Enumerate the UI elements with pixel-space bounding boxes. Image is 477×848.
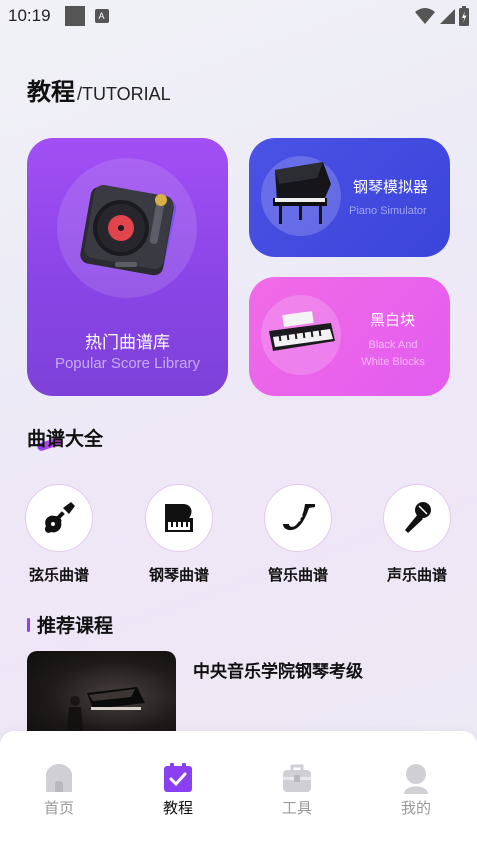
score-category-circle (264, 484, 332, 552)
tab-profile[interactable]: 我的 (386, 761, 446, 818)
scores-section-title-text: 曲谱大全 (27, 428, 104, 450)
wifi-icon (415, 8, 435, 24)
turntable-icon (80, 185, 177, 276)
black-white-blocks-card[interactable]: 黑白块 Black And White Blocks (249, 277, 450, 396)
tab-label: 教程 (162, 799, 193, 817)
score-library-title: 热门曲谱库 (85, 333, 170, 353)
status-bar: 10:19 A (0, 0, 477, 32)
score-category-label: 管乐曲谱 (267, 566, 328, 584)
piano-icon (165, 504, 193, 532)
toolbox-icon (280, 761, 314, 795)
course-title[interactable]: 中央音乐学院钢琴考级 (193, 657, 363, 682)
microphone-icon (405, 502, 431, 533)
score-category-winds[interactable]: 管乐曲谱 (263, 484, 333, 585)
keyboard-icon (269, 311, 335, 351)
piano-simulator-title: 钢琴模拟器 (353, 178, 429, 196)
notification-a-icon: A (94, 9, 109, 23)
recommended-section-title: 推荐课程 (27, 611, 113, 638)
tab-label: 工具 (281, 799, 312, 817)
tutorial-check-icon (161, 761, 195, 795)
notification-square-icon (64, 6, 85, 26)
black-white-subtitle: Black And White Blocks (349, 337, 437, 371)
page-title-cn: 教程 (27, 78, 75, 106)
score-category-label: 钢琴曲谱 (148, 566, 209, 584)
status-indicators (415, 6, 469, 26)
score-library-subtitle: Popular Score Library (54, 355, 201, 372)
home-icon (42, 761, 76, 795)
recommended-title-text: 推荐课程 (37, 615, 114, 637)
score-category-circle (25, 484, 93, 552)
score-library-card[interactable]: 热门曲谱库 Popular Score Library (27, 138, 228, 396)
bottom-tab-bar: 首页 教程 工具 我的 (0, 731, 477, 848)
tab-label: 首页 (43, 799, 74, 817)
status-time: 10:19 (8, 6, 51, 25)
tab-home[interactable]: 首页 (29, 761, 89, 818)
piano-simulator-card[interactable]: 钢琴模拟器 Piano Simulator (249, 138, 450, 257)
saxophone-icon (283, 504, 315, 531)
score-category-label: 声乐曲谱 (386, 566, 447, 584)
battery-icon (459, 6, 469, 26)
score-category-label: 弦乐曲谱 (28, 566, 89, 584)
page-title: 教程 /TUTORIAL (27, 72, 171, 107)
piano-simulator-subtitle: Piano Simulator (349, 205, 427, 217)
score-category-circle (145, 484, 213, 552)
black-white-subtitle-line1: Black And (368, 339, 418, 351)
page-title-en: /TUTORIAL (77, 84, 171, 104)
black-white-subtitle-line2: White Blocks (361, 356, 425, 368)
profile-icon (399, 761, 433, 795)
score-category-piano[interactable]: 钢琴曲谱 (144, 484, 214, 585)
tab-tutorial[interactable]: 教程 (148, 761, 208, 818)
guitar-icon (44, 502, 75, 533)
score-category-vocal[interactable]: 声乐曲谱 (382, 484, 452, 585)
grand-piano-icon (273, 162, 331, 224)
black-white-title: 黑白块 (370, 311, 416, 329)
tab-label: 我的 (400, 799, 431, 817)
score-category-circle (383, 484, 451, 552)
tab-tools[interactable]: 工具 (267, 761, 327, 818)
course-thumbnail[interactable] (27, 651, 176, 741)
title-accent-bar (27, 617, 30, 632)
signal-icon (440, 9, 455, 24)
course-piano-image (67, 687, 145, 731)
scores-section-title: 曲谱大全 (27, 424, 104, 452)
score-category-strings[interactable]: 弦乐曲谱 (24, 484, 94, 585)
